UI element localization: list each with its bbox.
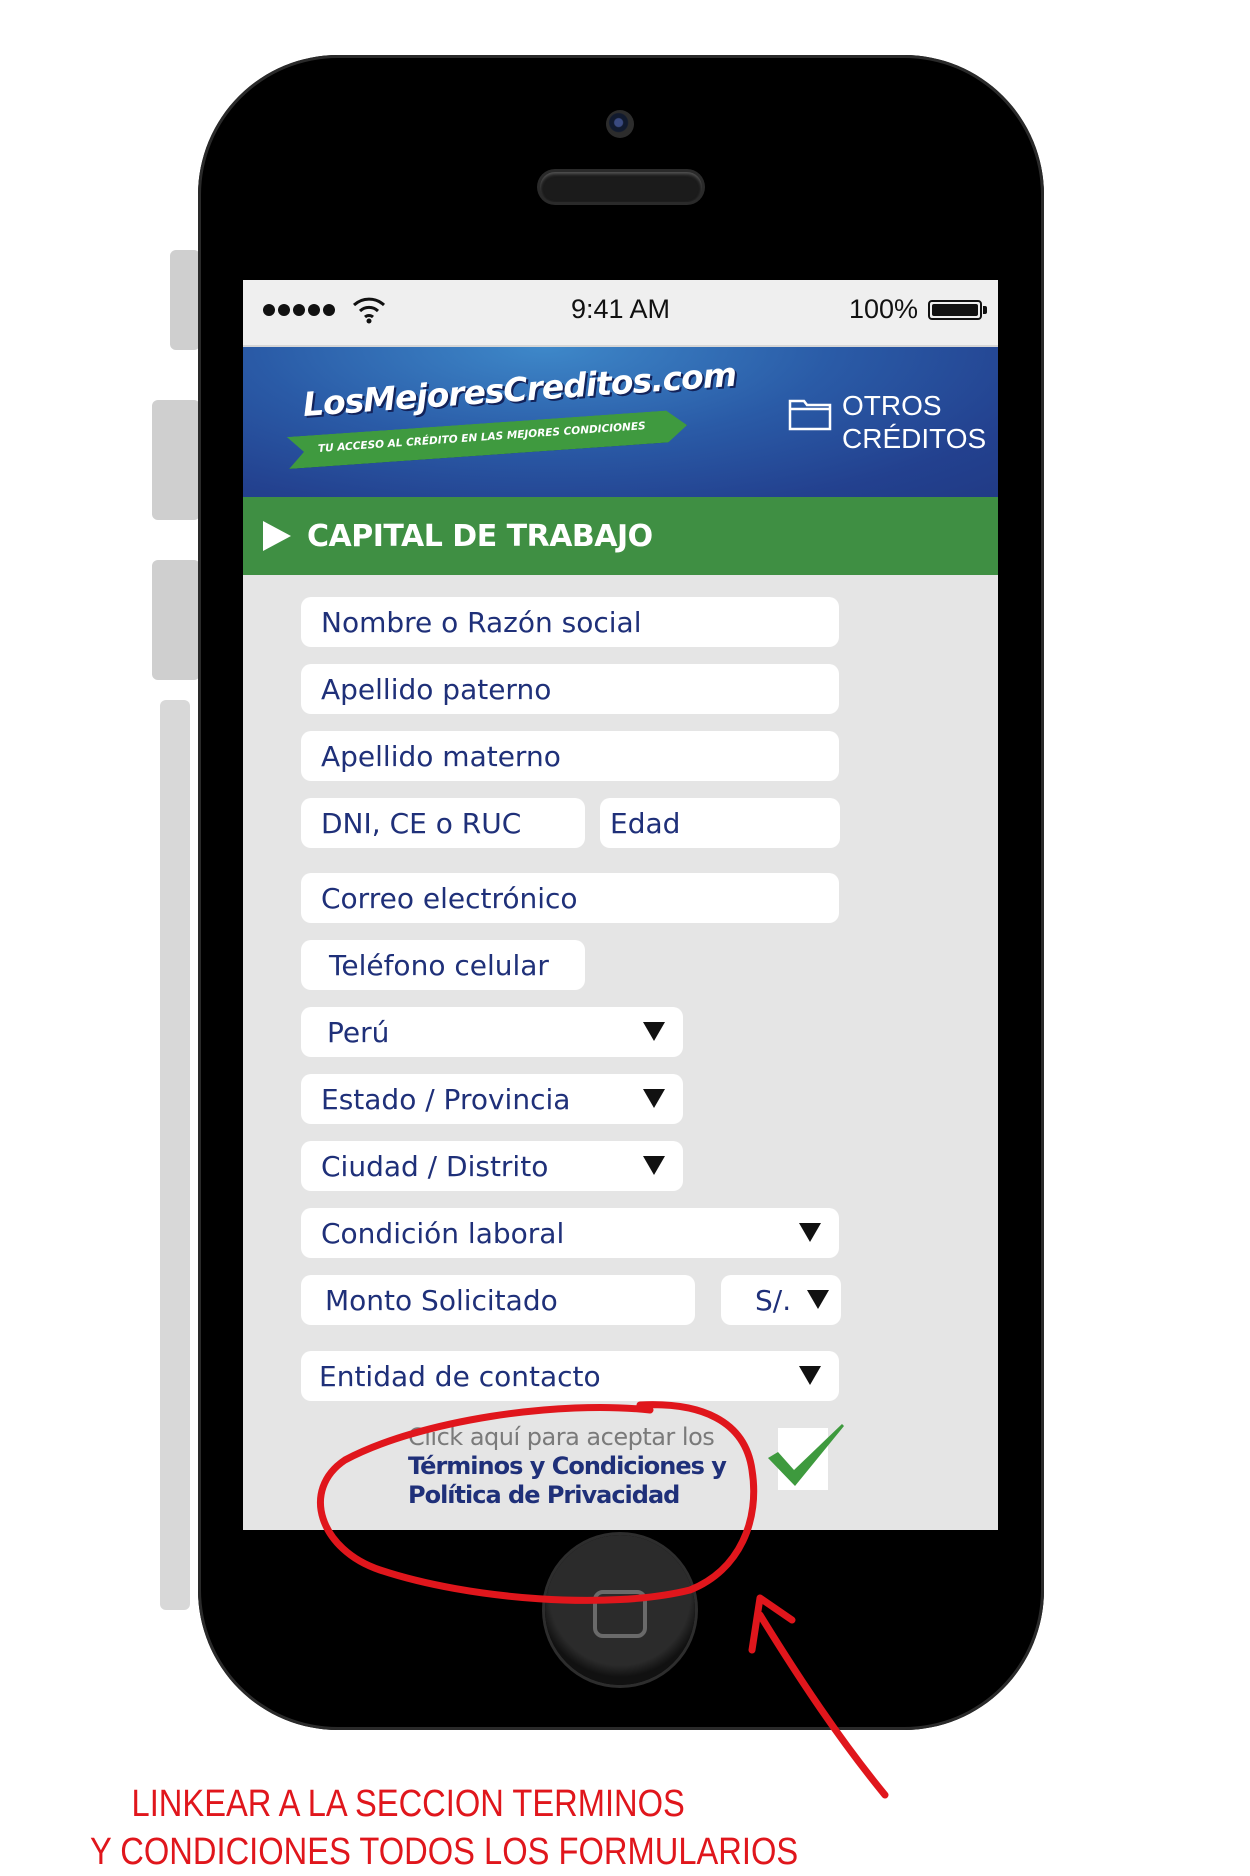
- telefono-placeholder: Teléfono celular: [329, 948, 549, 982]
- moneda-value: S/.: [755, 1283, 792, 1317]
- apellido-materno-placeholder: Apellido materno: [321, 739, 561, 773]
- section-title: CAPITAL DE TRABAJO: [307, 518, 653, 554]
- checkmark-icon: [768, 1424, 844, 1486]
- play-arrow-icon: [263, 521, 291, 551]
- volume-down-button: [152, 560, 200, 680]
- apellido-paterno-placeholder: Apellido paterno: [321, 672, 552, 706]
- phone-screen: 9:41 AM 100% LosMejoresCreditos.com TU A…: [243, 280, 998, 1530]
- nombre-placeholder: Nombre o Razón social: [321, 605, 642, 639]
- chevron-down-icon: [799, 1366, 821, 1385]
- apellido-materno-field[interactable]: Apellido materno: [301, 731, 839, 781]
- site-header: LosMejoresCreditos.com TU ACCESO AL CRÉD…: [243, 347, 998, 497]
- chevron-down-icon: [643, 1156, 665, 1175]
- status-bar: 9:41 AM 100%: [243, 280, 998, 347]
- annotation-note: LINKEAR A LA SECCION TERMINOS Y CONDICIO…: [90, 1780, 799, 1876]
- annotation-note-line-1: LINKEAR A LA SECCION TERMINOS: [131, 1783, 685, 1825]
- battery-percentage: 100%: [848, 294, 918, 324]
- estado-select[interactable]: Estado / Provincia: [301, 1074, 683, 1124]
- documento-placeholder: DNI, CE o RUC: [321, 806, 522, 840]
- chevron-down-icon: [643, 1089, 665, 1108]
- ciudad-value: Ciudad / Distrito: [321, 1149, 549, 1183]
- front-camera: [606, 110, 634, 138]
- edad-placeholder: Edad: [610, 806, 681, 840]
- chevron-down-icon: [807, 1290, 829, 1309]
- estado-value: Estado / Provincia: [321, 1082, 571, 1116]
- monto-placeholder: Monto Solicitado: [325, 1283, 558, 1317]
- battery-icon: [928, 300, 987, 320]
- edad-field[interactable]: Edad: [600, 798, 840, 848]
- correo-placeholder: Correo electrónico: [321, 881, 578, 915]
- documento-field[interactable]: DNI, CE o RUC: [301, 798, 585, 848]
- mute-switch: [170, 250, 200, 350]
- site-logo[interactable]: LosMejoresCreditos.com: [302, 355, 738, 424]
- earpiece-speaker: [540, 172, 702, 202]
- pais-value: Perú: [327, 1015, 390, 1049]
- annotation-note-line-2: Y CONDICIONES TODOS LOS FORMULARIOS: [90, 1831, 799, 1873]
- entidad-select[interactable]: Entidad de contacto: [301, 1351, 839, 1401]
- otros-creditos-label: OTROS CRÉDITOS: [842, 390, 987, 454]
- terms-conditions-link[interactable]: Términos y Condiciones y: [408, 1452, 727, 1481]
- condicion-value: Condición laboral: [321, 1216, 565, 1250]
- apellido-paterno-field[interactable]: Apellido paterno: [301, 664, 839, 714]
- pais-select[interactable]: Perú: [301, 1007, 683, 1057]
- correo-field[interactable]: Correo electrónico: [301, 873, 839, 923]
- chevron-down-icon: [643, 1022, 665, 1041]
- nombre-field[interactable]: Nombre o Razón social: [301, 597, 839, 647]
- terms-link[interactable]: Click aquí para aceptar los Términos y C…: [408, 1423, 727, 1510]
- terms-intro: Click aquí para aceptar los: [408, 1423, 715, 1451]
- condicion-select[interactable]: Condición laboral: [301, 1208, 839, 1258]
- privacy-policy-link[interactable]: Política de Privacidad: [408, 1481, 726, 1510]
- volume-up-button: [152, 400, 200, 520]
- section-header: CAPITAL DE TRABAJO: [243, 497, 998, 575]
- home-button-icon: [593, 1590, 647, 1638]
- ciudad-select[interactable]: Ciudad / Distrito: [301, 1141, 683, 1191]
- entidad-value: Entidad de contacto: [319, 1359, 601, 1393]
- phone-side-frame: [160, 700, 190, 1610]
- folder-icon: [788, 399, 832, 431]
- chevron-down-icon: [799, 1223, 821, 1242]
- moneda-select[interactable]: S/.: [721, 1275, 841, 1325]
- otros-creditos-button[interactable]: OTROS CRÉDITOS: [788, 389, 987, 455]
- monto-field[interactable]: Monto Solicitado: [301, 1275, 695, 1325]
- telefono-field[interactable]: Teléfono celular: [301, 940, 585, 990]
